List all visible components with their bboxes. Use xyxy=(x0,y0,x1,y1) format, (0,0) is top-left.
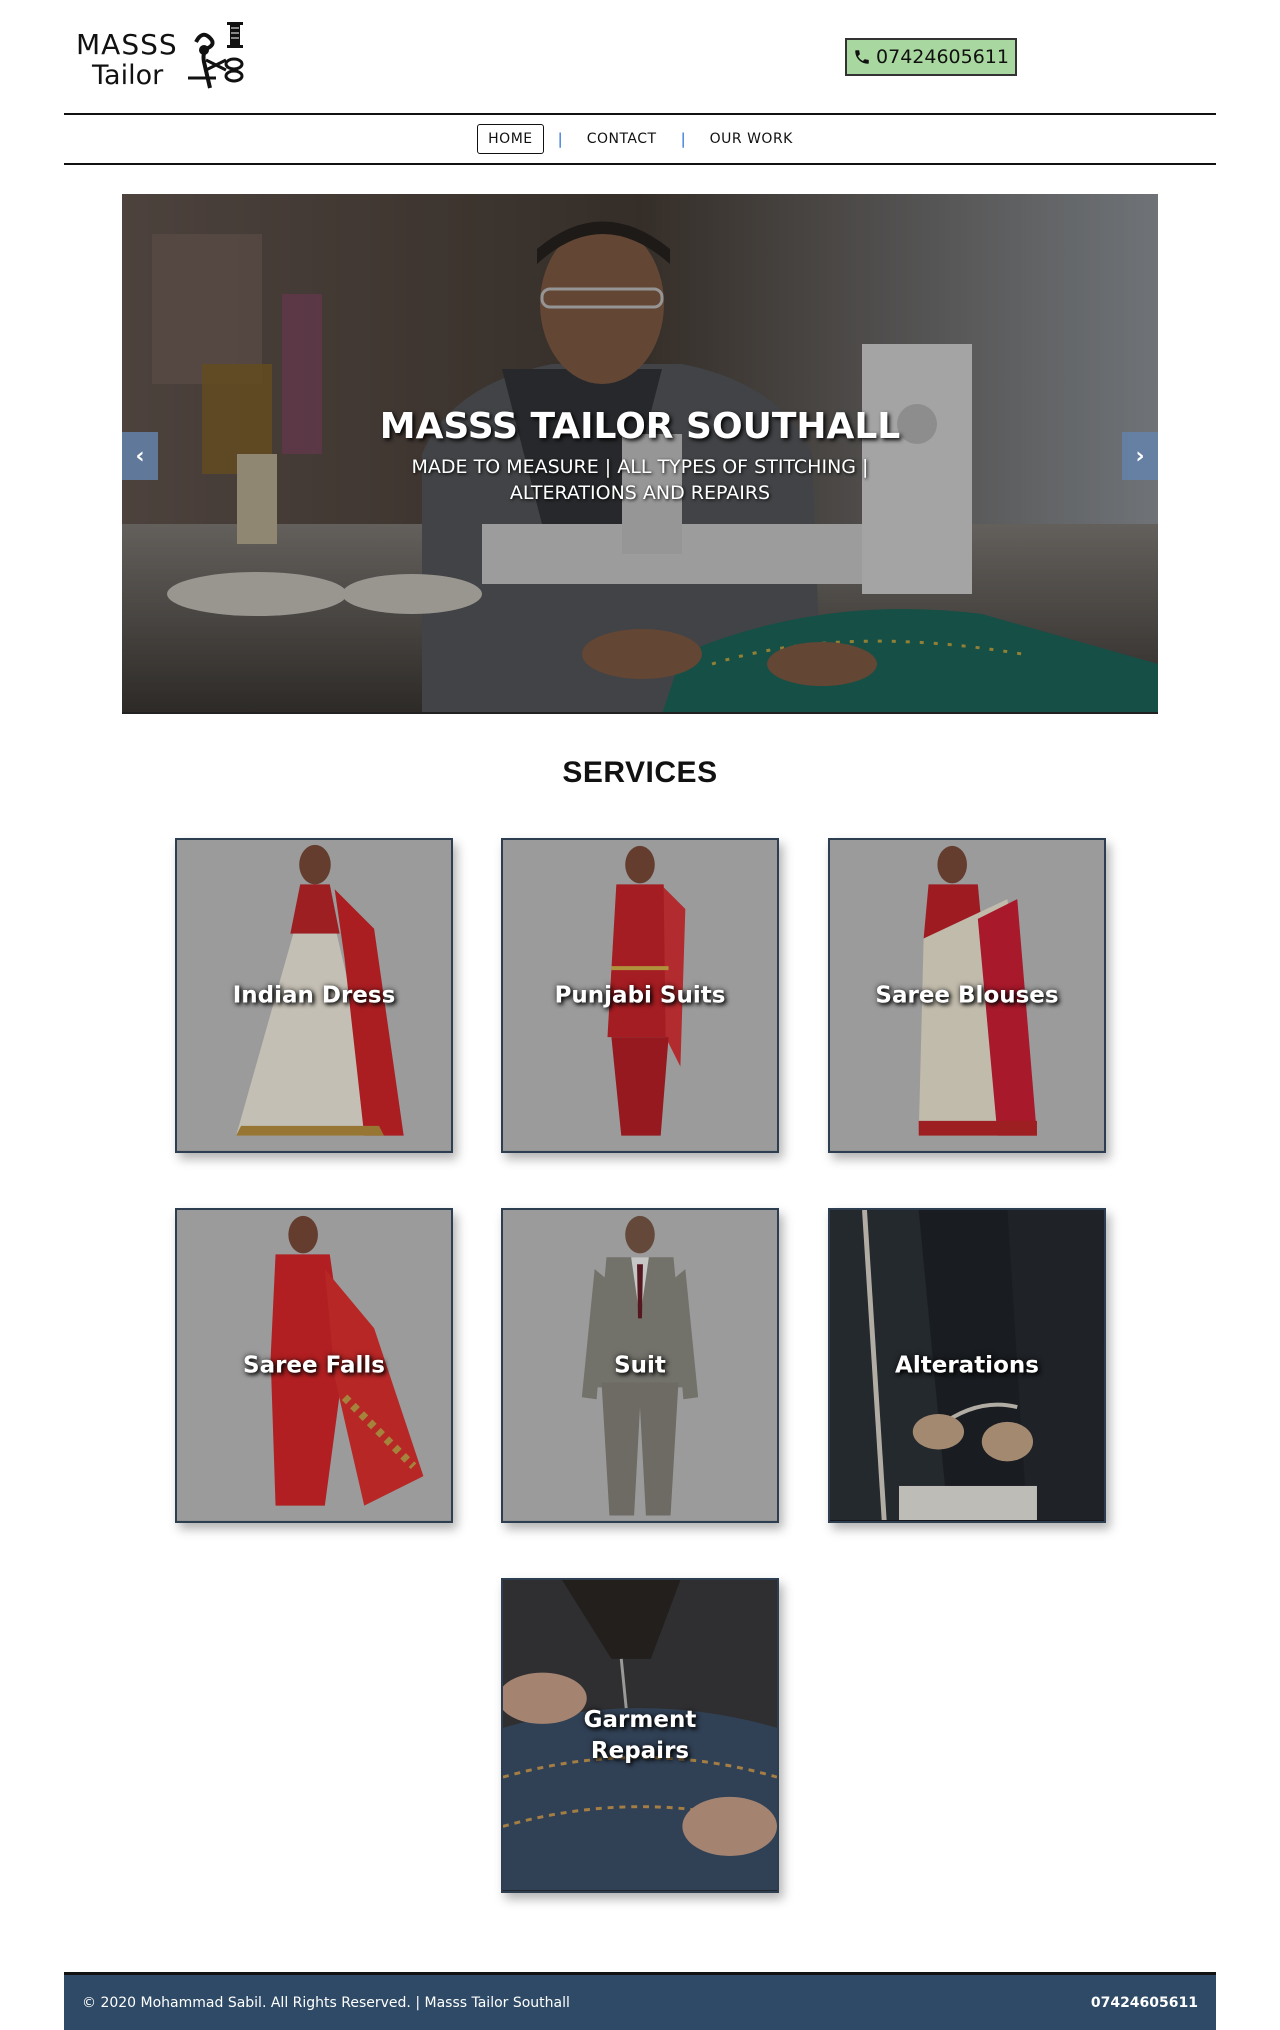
service-label: Saree Falls xyxy=(243,1352,385,1378)
chevron-right-icon: › xyxy=(1135,443,1145,469)
main-nav: HOME | CONTACT | OUR WORK xyxy=(64,113,1216,165)
logo-text-masss: MASSS xyxy=(76,28,178,61)
service-card-suit[interactable]: Suit xyxy=(501,1208,779,1523)
service-label: Saree Blouses xyxy=(875,982,1059,1008)
services-heading: SERVICES xyxy=(562,756,718,789)
service-label: Suit xyxy=(614,1352,666,1378)
service-label: Indian Dress xyxy=(232,982,396,1008)
carousel-next-button[interactable]: › xyxy=(1122,432,1158,480)
phone-number: 07424605611 xyxy=(876,46,1009,68)
service-card-alterations[interactable]: Alterations xyxy=(828,1208,1106,1523)
chevron-left-icon: ‹ xyxy=(135,443,145,469)
nav-separator: | xyxy=(557,130,563,148)
hero-carousel: MASSS TAILOR SOUTHALL MADE TO MEASURE | … xyxy=(122,194,1158,714)
hero-title: MASSS TAILOR SOUTHALL xyxy=(379,406,901,447)
service-card-garment-repairs[interactable]: Garment Repairs xyxy=(501,1578,779,1893)
service-card-punjabi-suits[interactable]: Punjabi Suits xyxy=(501,838,779,1153)
phone-icon xyxy=(855,50,869,64)
logo[interactable]: MASSS Tailor xyxy=(74,20,254,94)
footer: © 2020 Mohammad Sabil. All Rights Reserv… xyxy=(64,1972,1216,2030)
service-card-saree-falls[interactable]: Saree Falls xyxy=(175,1208,453,1523)
service-label: Punjabi Suits xyxy=(554,982,726,1008)
service-label: Garment Repairs xyxy=(583,1706,697,1764)
nav-separator: | xyxy=(680,130,686,148)
sewing-spool-scissors-icon xyxy=(188,22,244,89)
service-card-indian-dress[interactable]: Indian Dress xyxy=(175,838,453,1153)
phone-button[interactable]: 07424605611 xyxy=(845,38,1017,76)
nav-item-home[interactable]: HOME xyxy=(477,124,544,154)
service-label: Alterations xyxy=(895,1352,1039,1378)
hero-overlay xyxy=(122,194,1158,712)
footer-phone[interactable]: 07424605611 xyxy=(1091,1995,1198,2011)
carousel-prev-button[interactable]: ‹ xyxy=(122,432,158,480)
footer-copyright: © 2020 Mohammad Sabil. All Rights Reserv… xyxy=(82,1994,570,2011)
logo-text-tailor: Tailor xyxy=(92,60,164,91)
hero-subtitle: MADE TO MEASURE | ALL TYPES OF STITCHING… xyxy=(411,456,869,504)
nav-item-contact[interactable]: CONTACT xyxy=(577,125,667,153)
service-card-saree-blouses[interactable]: Saree Blouses xyxy=(828,838,1106,1153)
nav-item-our-work[interactable]: OUR WORK xyxy=(700,125,803,153)
